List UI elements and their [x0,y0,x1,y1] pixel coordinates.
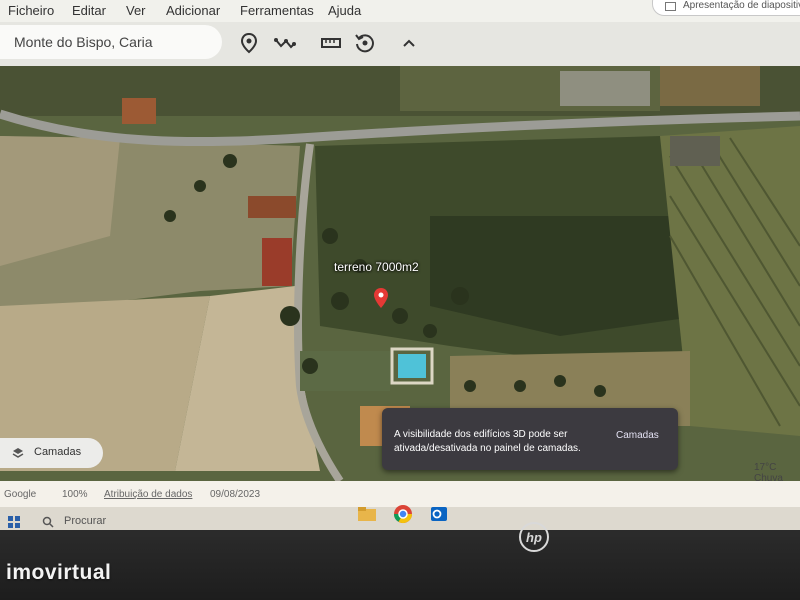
menu-adicionar[interactable]: Adicionar [166,3,220,18]
slideshow-label: Apresentação de diapositivos [683,0,800,11]
menu-editar[interactable]: Editar [72,3,106,18]
ruler-icon[interactable] [320,32,342,54]
layers-icon [12,448,24,458]
path-icon[interactable] [274,32,296,54]
toast-message-line1: A visibilidade dos edifícios 3D pode ser [394,429,568,440]
menu-ver[interactable]: Ver [126,3,146,18]
toolbar: Monte do Bispo, Caria [0,22,800,66]
menu-ajuda[interactable]: Ajuda [328,3,361,18]
outlook-icon[interactable] [428,503,450,525]
placemark-label: terreno 7000m2 [334,260,419,274]
layers-button-label: Camadas [34,446,82,458]
taskbar: Procurar [0,505,800,530]
watermark-logo: imovirtual [6,561,112,584]
hp-logo-icon: hp [519,522,549,552]
screen: Ficheiro Editar Ver Adicionar Ferramenta… [0,0,800,530]
windows-start-icon[interactable] [8,516,20,528]
menu-bar: Ficheiro Editar Ver Adicionar Ferramenta… [0,0,800,22]
notification-toast: A visibilidade dos edifícios 3D pode ser… [382,408,678,470]
file-explorer-icon[interactable] [356,503,378,525]
historical-imagery-icon[interactable] [354,32,376,54]
scale-label: 100% [62,489,88,500]
slideshow-button[interactable]: Apresentação de diapositivos [652,0,800,16]
place-marker-icon[interactable] [238,32,260,54]
taskbar-search-icon [42,516,54,528]
search-box[interactable]: Monte do Bispo, Caria [0,25,222,59]
attribution-link[interactable]: Atribuição de dados [104,489,192,500]
slideshow-icon [665,2,676,11]
placemark-pin-icon[interactable] [374,288,388,308]
menu-ficheiro[interactable]: Ficheiro [8,3,54,18]
brand-label: Google [4,489,37,500]
svg-text:hp: hp [526,530,542,545]
menu-ferramentas[interactable]: Ferramentas [240,3,314,18]
imagery-date: 09/08/2023 [210,489,261,500]
toast-message-line2: ativada/desativada no painel de camadas. [394,443,581,454]
laptop-bezel: hp [0,522,800,600]
layers-button[interactable]: Camadas [0,438,103,468]
chrome-icon[interactable] [392,503,414,525]
chevron-up-icon[interactable] [398,32,420,54]
toast-layers-action[interactable]: Camadas [616,430,659,441]
search-value[interactable]: Monte do Bispo, Caria [14,34,153,50]
taskbar-search-input[interactable]: Procurar [64,515,106,527]
